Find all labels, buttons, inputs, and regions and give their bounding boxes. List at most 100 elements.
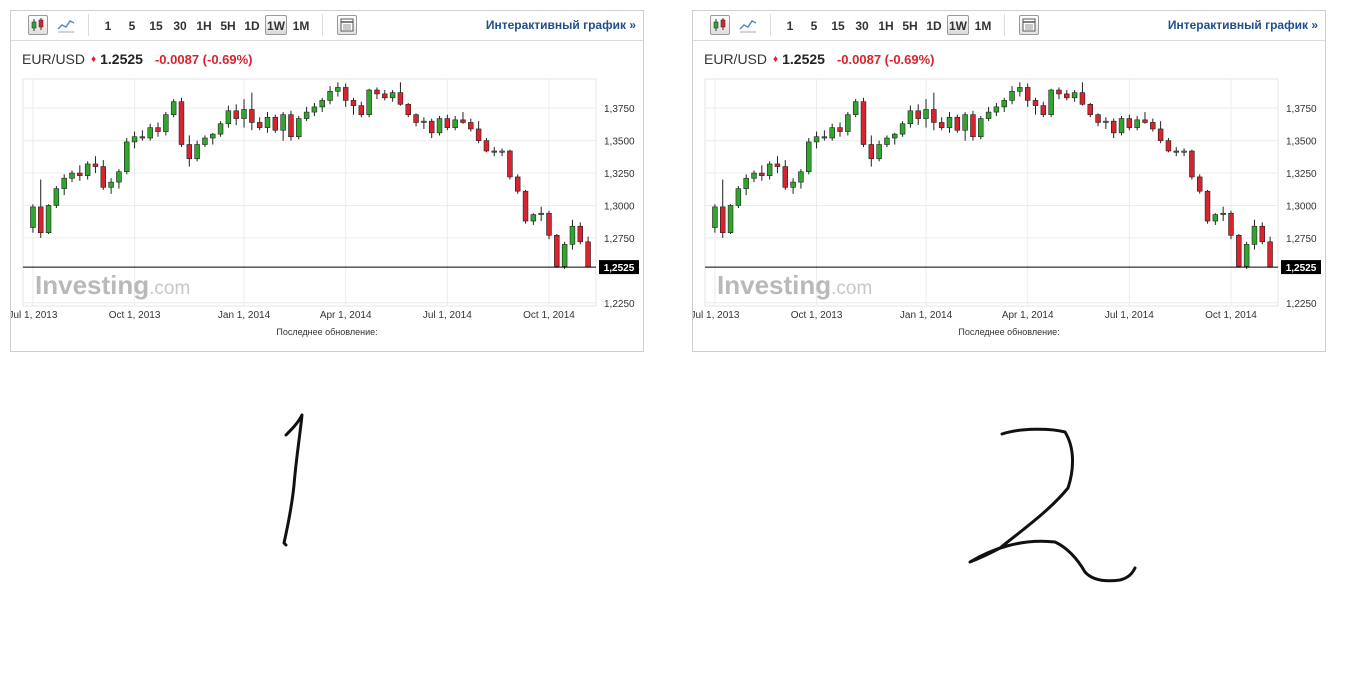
candle-up <box>69 172 75 179</box>
candle-down <box>178 101 185 145</box>
x-tick-label: Jul 1, 2014 <box>1105 310 1154 321</box>
candle-up <box>241 109 247 119</box>
candle-down <box>1196 176 1203 192</box>
candle-up <box>892 133 898 139</box>
candle-up <box>366 89 372 115</box>
y-tick-label: 1,2250 <box>604 299 635 310</box>
candle-up <box>530 214 537 222</box>
candle-down <box>1228 212 1234 236</box>
candle-up <box>436 118 443 134</box>
candle-down <box>100 166 107 188</box>
candle-up <box>335 87 341 92</box>
candle-up <box>217 123 224 135</box>
candle-down <box>554 235 560 267</box>
candle-up <box>1134 119 1140 128</box>
investing-watermark: Investing.com <box>35 270 190 300</box>
candle-up <box>569 225 576 245</box>
candle-down <box>1032 100 1039 106</box>
x-tick-label: Oct 1, 2014 <box>1205 310 1257 321</box>
candle-up <box>1220 212 1226 215</box>
handwritten-number-2 <box>968 427 1137 583</box>
x-tick-label: Oct 1, 2013 <box>791 310 843 321</box>
candle-up <box>743 177 749 189</box>
candle-down <box>139 136 146 139</box>
candle-up <box>264 116 271 128</box>
candle-down <box>954 116 961 131</box>
y-tick-label: 1,3250 <box>604 169 635 180</box>
candle-up <box>985 111 992 119</box>
candle-down <box>759 172 765 176</box>
y-tick-label: 1,2750 <box>604 234 635 245</box>
candle-down <box>460 119 466 123</box>
candle-down <box>1267 241 1273 268</box>
candle-up <box>1118 118 1125 134</box>
candle-down <box>1142 119 1148 123</box>
candlestick-chart: 1,3750 1,3500 1,3250 1,3000 1,2750 1,2250 Jul … <box>11 78 639 321</box>
candle-up <box>389 92 396 99</box>
candle-down <box>720 206 726 234</box>
candle-up <box>108 181 114 188</box>
candle-up <box>1251 225 1258 245</box>
candle-up <box>978 118 984 138</box>
candle-up <box>561 244 568 267</box>
candle-up <box>319 100 325 108</box>
candle-down <box>350 100 357 106</box>
candle-up <box>884 137 890 145</box>
candle-up <box>798 171 804 183</box>
candle-up <box>1243 244 1250 267</box>
candle-down <box>77 172 83 176</box>
candle-down <box>186 144 193 160</box>
candle-up <box>163 114 169 132</box>
candle-down <box>1064 93 1070 99</box>
candle-down <box>428 120 435 134</box>
candle-down <box>491 150 497 153</box>
candle-up <box>1212 214 1219 222</box>
candle-down <box>782 166 789 188</box>
candle-up <box>1001 100 1007 108</box>
candle-up <box>766 163 773 176</box>
candle-down <box>938 122 945 128</box>
x-tick-label: Jul 1, 2013 <box>693 310 740 321</box>
candle-down <box>507 150 513 178</box>
candle-up <box>421 120 427 123</box>
current-price-label: 1,2525 <box>1286 263 1317 274</box>
x-tick-label: Oct 1, 2013 <box>109 310 161 321</box>
x-tick-label: Apr 1, 2014 <box>320 310 372 321</box>
candle-up <box>1071 92 1078 99</box>
candlestick-chart: 1,3750 1,3500 1,3250 1,3000 1,2750 1,2250 Jul … <box>693 78 1321 321</box>
last-update-note: Последнее обновление: <box>958 327 1060 337</box>
candle-down <box>342 87 349 101</box>
candle-up <box>852 101 859 115</box>
x-tick-label: Apr 1, 2014 <box>1002 310 1054 321</box>
candle-down <box>413 114 419 123</box>
investing-watermark: Investing.com <box>717 270 872 300</box>
candle-down <box>405 103 411 115</box>
candle-down <box>1173 150 1179 153</box>
candle-down <box>272 116 279 131</box>
candle-up <box>813 136 820 143</box>
candle-up <box>124 141 130 173</box>
candle-up <box>899 123 906 135</box>
candle-down <box>522 190 529 222</box>
candle-up <box>727 205 734 234</box>
candle-up <box>210 133 216 139</box>
candle-down <box>915 110 921 119</box>
x-tick-label: Jan 1, 2014 <box>218 310 271 321</box>
candle-down <box>1165 140 1172 152</box>
candle-up <box>452 119 458 128</box>
chart-widget-2: 1 5 15 30 1H 5H 1D 1W 1M Интерактивный г… <box>692 10 1326 352</box>
y-tick-label: 1,3500 <box>1286 137 1317 148</box>
candle-down <box>1204 190 1211 222</box>
candle-up <box>202 137 208 145</box>
candle-down <box>288 114 294 138</box>
candle-down <box>1095 114 1101 123</box>
candle-down <box>1259 225 1265 243</box>
candle-up <box>311 106 318 113</box>
candle-down <box>1024 87 1031 101</box>
candle-up <box>1009 91 1015 101</box>
candle-up <box>751 172 757 179</box>
candle-up <box>876 144 882 160</box>
candle-up <box>131 136 138 143</box>
x-tick-label: Jul 1, 2013 <box>11 310 58 321</box>
chart-widget-1: 1 5 15 30 1H 5H 1D 1W 1M Интерактивный г… <box>10 10 644 352</box>
